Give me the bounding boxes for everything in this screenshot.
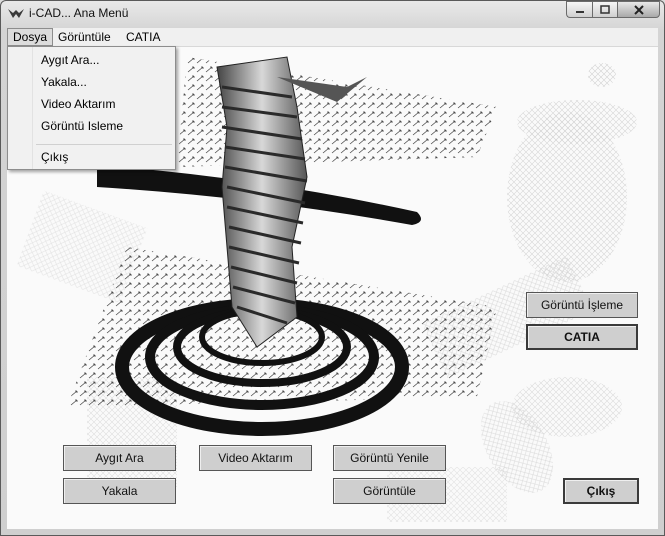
- close-icon: [633, 4, 644, 15]
- title-bar[interactable]: i-CAD... Ana Menü: [1, 1, 664, 27]
- main-window: i-CAD... Ana Menü Dosya Görüntüle CATIA: [0, 0, 665, 536]
- menu-item-label: Çıkış: [41, 150, 69, 164]
- minimize-icon: [575, 10, 584, 13]
- window-controls: [566, 1, 660, 19]
- menu-item-aygit-ara[interactable]: Aygıt Ara...: [10, 50, 173, 70]
- menu-separator: [36, 144, 172, 145]
- dosya-dropdown-menu: Aygıt Ara... Yakala... Video Aktarım Gör…: [7, 46, 176, 170]
- menu-item-label: Yakala...: [41, 75, 87, 89]
- video-aktarim-button[interactable]: Video Aktarım: [199, 445, 312, 471]
- menu-item-label: Video Aktarım: [41, 97, 116, 111]
- cikis-button[interactable]: Çıkış: [563, 478, 639, 504]
- menu-bar: Dosya Görüntüle CATIA: [7, 28, 658, 47]
- minimize-button[interactable]: [566, 1, 592, 18]
- menu-item-yakala[interactable]: Yakala...: [10, 72, 173, 92]
- maximize-button[interactable]: [592, 1, 617, 18]
- menu-goruntule[interactable]: Görüntüle: [53, 29, 116, 45]
- goruntu-isleme-button[interactable]: Görüntü İşleme: [526, 292, 638, 318]
- bird-logo-icon: [8, 9, 24, 18]
- close-button[interactable]: [617, 1, 660, 18]
- aygit-ara-button[interactable]: Aygıt Ara: [63, 445, 176, 471]
- menu-item-label: Görüntü Isleme: [41, 119, 124, 133]
- goruntu-yenile-button[interactable]: Görüntü Yenile: [333, 445, 446, 471]
- menu-item-label: Aygıt Ara...: [41, 53, 100, 67]
- goruntule-button[interactable]: Görüntüle: [333, 478, 446, 504]
- menu-item-goruntu-isleme[interactable]: Görüntü Isleme: [10, 116, 173, 136]
- maximize-icon: [600, 5, 610, 14]
- yakala-button[interactable]: Yakala: [63, 478, 176, 504]
- window-title: i-CAD... Ana Menü: [29, 6, 129, 20]
- menu-dosya[interactable]: Dosya: [7, 28, 54, 46]
- menu-item-cikis[interactable]: Çıkış: [10, 147, 173, 167]
- catia-button[interactable]: CATIA: [526, 324, 638, 350]
- menu-item-video-aktarim[interactable]: Video Aktarım: [10, 94, 173, 114]
- menu-catia[interactable]: CATIA: [121, 29, 165, 45]
